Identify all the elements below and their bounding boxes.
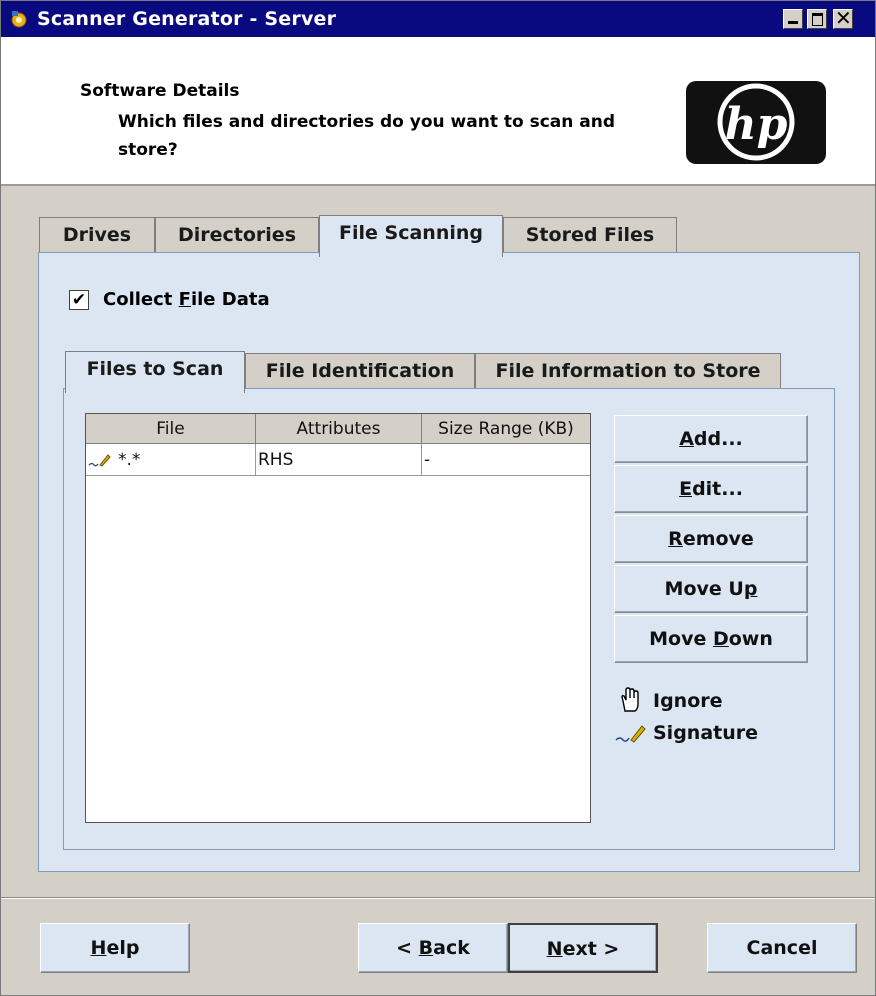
minimize-button[interactable]	[783, 9, 803, 29]
title-bar[interactable]: Scanner Generator - Server ✕	[1, 1, 875, 37]
collect-file-data-label[interactable]: Collect File Data	[103, 289, 270, 310]
column-header-attributes[interactable]: Attributes	[256, 414, 422, 444]
cell-file: *.*	[118, 450, 141, 470]
edit-button[interactable]: Edit...	[614, 465, 808, 513]
footer-divider	[1, 897, 875, 899]
maximize-icon	[812, 13, 823, 26]
close-button[interactable]: ✕	[833, 6, 853, 30]
window-title: Scanner Generator - Server	[37, 8, 337, 30]
next-button[interactable]: Next >	[508, 923, 658, 973]
subtab-file-identification[interactable]: File Identification	[245, 353, 475, 389]
collect-file-data-checkbox[interactable]: ✔	[69, 290, 89, 310]
move-up-button[interactable]: Move Up	[614, 565, 808, 613]
back-button[interactable]: < Back	[358, 923, 508, 973]
subtab-files-to-scan[interactable]: Files to Scan	[65, 351, 245, 393]
column-header-file[interactable]: File	[86, 414, 256, 444]
tab-file-scanning[interactable]: File Scanning	[319, 215, 503, 257]
cell-size-range[interactable]: -	[422, 444, 590, 476]
close-icon: ✕	[835, 6, 852, 30]
remove-button[interactable]: Remove	[614, 515, 808, 563]
add-button[interactable]: Add...	[614, 415, 808, 463]
maximize-button[interactable]	[807, 9, 827, 29]
tab-drives[interactable]: Drives	[39, 217, 155, 253]
header-title: Software Details	[80, 81, 240, 101]
tab-directories[interactable]: Directories	[155, 217, 319, 253]
table-row[interactable]: *.*	[86, 444, 256, 476]
signature-pen-icon	[88, 454, 111, 467]
cell-attributes[interactable]: RHS	[256, 444, 422, 476]
hp-logo: hp	[686, 81, 826, 164]
minimize-icon	[788, 21, 798, 24]
hand-icon	[621, 687, 639, 712]
column-header-size-range[interactable]: Size Range (KB)	[422, 414, 590, 444]
app-gear-icon	[11, 11, 27, 28]
files-table[interactable]: File Attributes Size Range (KB) *.* RHS …	[85, 413, 591, 823]
header-subtitle: Which files and directories do you want …	[118, 112, 616, 160]
move-down-button[interactable]: Move Down	[614, 615, 808, 663]
wizard-window: Scanner Generator - Server ✕ Software De…	[0, 0, 876, 996]
help-button[interactable]: Help	[40, 923, 190, 973]
subtab-file-information-to-store[interactable]: File Information to Store	[475, 353, 781, 389]
legend-ignore-label: Ignore	[653, 690, 723, 712]
cancel-button[interactable]: Cancel	[707, 923, 857, 973]
tab-stored-files[interactable]: Stored Files	[503, 217, 677, 253]
signature-pen-icon	[615, 725, 646, 743]
logo-text: hp	[725, 99, 788, 150]
legend-signature-label: Signature	[653, 722, 759, 744]
